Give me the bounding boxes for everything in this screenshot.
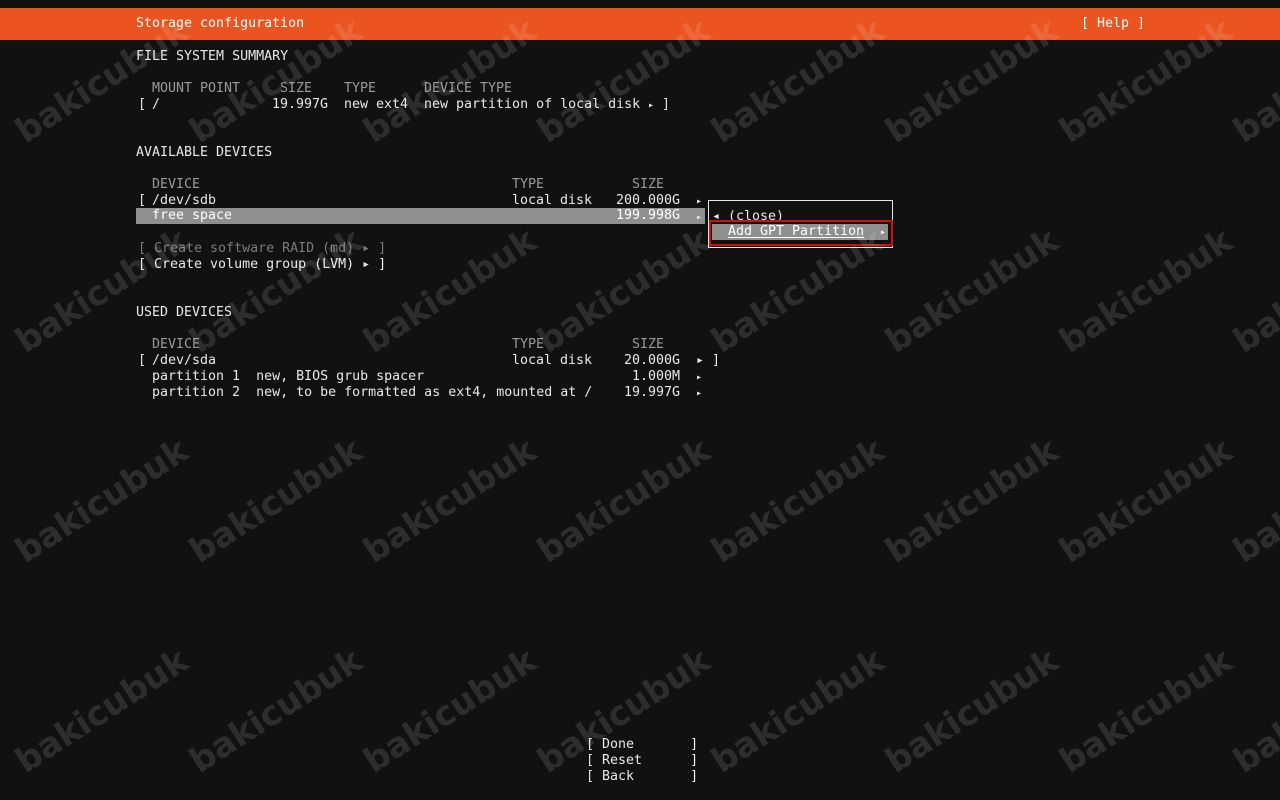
watermark-text: bakicubuk xyxy=(530,220,718,362)
done-button[interactable]: [ Done ] xyxy=(586,737,698,753)
watermark-text: bakicubuk xyxy=(182,640,370,782)
help-button[interactable]: [ Help ] xyxy=(1081,16,1145,32)
row-open-bracket: [ xyxy=(138,97,147,112)
col-type: TYPE xyxy=(512,337,545,352)
available-heading: AVAILABLE DEVICES xyxy=(136,145,273,160)
row-mount: / xyxy=(152,97,161,112)
free-space-size: 199.998G xyxy=(616,208,681,223)
col-device: DEVICE xyxy=(152,337,201,352)
fs-summary-heading: FILE SYSTEM SUMMARY xyxy=(136,49,289,64)
device-type: local disk xyxy=(512,193,593,208)
row-device-type: new partition of local disk xyxy=(424,97,641,112)
device-size: 20.000G xyxy=(624,353,681,368)
partition-label: partition 2 new, to be formatted as ext4… xyxy=(152,385,593,400)
watermark-text: bakicubuk xyxy=(356,640,544,782)
partition-size: 1.000M xyxy=(632,369,681,384)
used-heading: USED DEVICES xyxy=(136,305,233,320)
watermark-text: bakicubuk xyxy=(1226,640,1280,782)
watermark-text: bakicubuk xyxy=(1052,640,1240,782)
watermark-text: bakicubuk xyxy=(704,640,892,782)
reset-button[interactable]: [ Reset ] xyxy=(586,753,698,769)
watermark-text: bakicubuk xyxy=(8,430,196,572)
watermark-text: bakicubuk xyxy=(8,640,196,782)
col-size: SIZE xyxy=(280,81,313,96)
partition-size: 19.997G xyxy=(624,385,681,400)
watermark-text: bakicubuk xyxy=(1226,220,1280,362)
watermark-text: bakicubuk xyxy=(1052,430,1240,572)
free-space-arrow-icon: ▸ xyxy=(696,212,703,223)
col-device: DEVICE xyxy=(152,177,201,192)
partition-label: partition 1 new, BIOS grub spacer xyxy=(152,369,425,384)
col-mount-point: MOUNT POINT xyxy=(152,81,241,96)
col-size: SIZE xyxy=(632,177,665,192)
create-lvm-button[interactable]: [ Create volume group (LVM) ▸ ] xyxy=(138,257,386,273)
watermark-text: bakicubuk xyxy=(878,430,1066,572)
row-arrow-close: ▸ ] xyxy=(696,353,721,368)
free-space-row[interactable]: free space 199.998G xyxy=(136,208,705,224)
back-button[interactable]: [ Back ] xyxy=(586,769,698,785)
col-device-type: DEVICE TYPE xyxy=(424,81,513,96)
row-open-bracket: [ xyxy=(138,353,147,368)
row-arrow-icon: ▸ xyxy=(648,100,655,111)
row-size: 19.997G xyxy=(272,97,329,112)
row-type: new ext4 xyxy=(344,97,409,112)
watermark-text: bakicubuk xyxy=(182,430,370,572)
watermark-text: bakicubuk xyxy=(878,220,1066,362)
device-name: /dev/sda xyxy=(152,353,217,368)
device-name: /dev/sdb xyxy=(152,193,217,208)
device-type: local disk xyxy=(512,353,593,368)
page-title: Storage configuration xyxy=(136,16,305,31)
free-space-label: free space xyxy=(152,208,233,223)
highlight-annotation xyxy=(709,220,893,246)
watermark-text: bakicubuk xyxy=(704,430,892,572)
col-type: TYPE xyxy=(344,81,377,96)
watermark-text: bakicubuk xyxy=(356,430,544,572)
top-strip xyxy=(0,0,1280,8)
partition-arrow-icon: ▸ xyxy=(696,388,703,399)
watermark-text: bakicubuk xyxy=(1052,220,1240,362)
partition-arrow-icon: ▸ xyxy=(696,372,703,383)
col-type: TYPE xyxy=(512,177,545,192)
row-open-bracket: [ xyxy=(138,193,147,208)
watermark-text: bakicubuk xyxy=(356,220,544,362)
device-size: 200.000G xyxy=(616,193,681,208)
watermark-text: bakicubuk xyxy=(878,640,1066,782)
watermark-text: bakicubuk xyxy=(530,430,718,572)
col-size: SIZE xyxy=(632,337,665,352)
title-bar: Storage configuration [ Help ] xyxy=(0,8,1280,40)
create-raid-button[interactable]: [ Create software RAID (md) ▸ ] xyxy=(138,241,386,257)
watermark-text: bakicubuk xyxy=(1226,430,1280,572)
row-close-bracket: ] xyxy=(662,97,671,112)
watermark-text: bakicubuk xyxy=(704,220,892,362)
